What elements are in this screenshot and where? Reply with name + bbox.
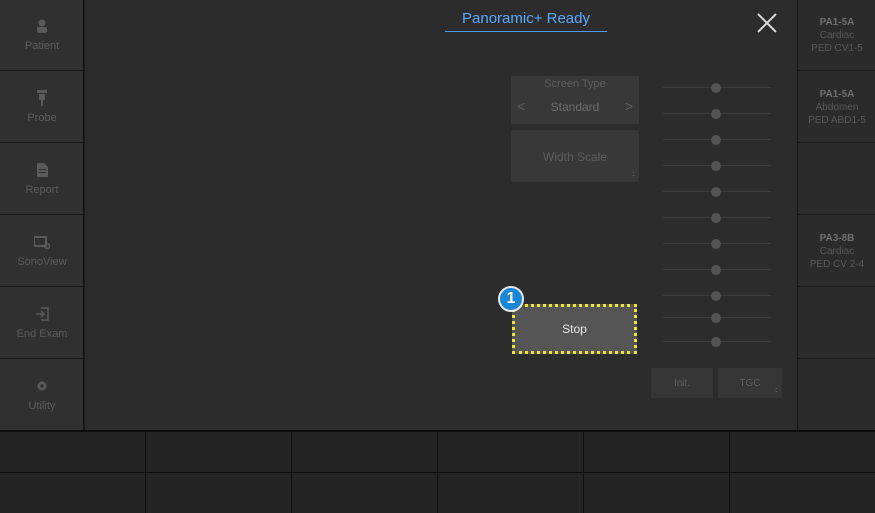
tgc-slider[interactable] xyxy=(663,291,771,301)
softkey[interactable] xyxy=(0,432,146,473)
tgc-slider[interactable] xyxy=(663,83,771,93)
sidebar-item-label: SonoView xyxy=(17,256,67,268)
sidebar-item-sonoview[interactable]: SonoView xyxy=(0,216,84,287)
preset-probe: PA3-8B xyxy=(819,232,855,244)
tgc-slider[interactable] xyxy=(663,313,771,323)
preset-app: Abdomen xyxy=(815,101,859,113)
screen-type-label: Screen Type xyxy=(544,78,606,90)
slider-knob[interactable] xyxy=(711,135,721,145)
sidebar-item-end-exam[interactable]: End Exam xyxy=(0,288,84,359)
preset-name: PED CV 2-4 xyxy=(809,258,865,270)
width-scale-label: Width Scale xyxy=(542,150,608,164)
softkey[interactable] xyxy=(584,432,730,473)
tgc-slider[interactable] xyxy=(663,187,771,197)
softkey[interactable] xyxy=(146,432,292,473)
sidebar-item-label: Report xyxy=(25,184,59,196)
preset-app: Cardiac xyxy=(819,29,855,41)
person-icon xyxy=(34,18,50,34)
tgc-button[interactable]: TGC :: xyxy=(718,368,782,398)
exit-icon xyxy=(34,306,50,322)
slider-knob[interactable] xyxy=(711,337,721,347)
softkey[interactable] xyxy=(730,473,875,513)
slider-knob[interactable] xyxy=(711,187,721,197)
screen-type-control: Screen Type < Standard > xyxy=(511,76,639,124)
slider-knob[interactable] xyxy=(711,109,721,119)
sidebar-item-label: Patient xyxy=(24,40,60,52)
preset-name: PED CV1-5 xyxy=(811,42,863,54)
chevron-right-icon[interactable]: > xyxy=(625,98,633,114)
slider-knob[interactable] xyxy=(711,239,721,249)
sidebar-item-report[interactable]: Report xyxy=(0,144,84,215)
preset-probe: PA1-5A xyxy=(819,16,855,28)
corner-dots-icon: :: xyxy=(775,387,778,394)
close-icon[interactable] xyxy=(752,8,782,38)
slider-knob[interactable] xyxy=(711,265,721,275)
preset-name: PED ABD1-5 xyxy=(808,114,866,126)
preset-button[interactable]: PA1-5A Cardiac PED CV1-5 xyxy=(798,0,875,71)
gear-icon xyxy=(34,378,50,394)
sidebar-item-label: Utility xyxy=(28,400,56,412)
init-button[interactable]: Init. xyxy=(651,368,713,398)
corner-dots-icon: :: xyxy=(632,171,635,178)
sidebar-item-label: Probe xyxy=(27,112,57,124)
softkey[interactable] xyxy=(438,473,584,513)
screen-type-value: Standard xyxy=(550,100,600,114)
preset-button-empty[interactable] xyxy=(798,360,875,431)
preset-button-empty[interactable] xyxy=(798,144,875,215)
slider-knob[interactable] xyxy=(711,161,721,171)
left-sidebar: Patient Probe Report SonoView End Exam U… xyxy=(0,0,84,431)
preset-button[interactable]: PA3-8B Cardiac PED CV 2-4 xyxy=(798,216,875,287)
tgc-label: TGC xyxy=(739,377,761,389)
slider-knob[interactable] xyxy=(711,83,721,93)
sidebar-item-utility[interactable]: Utility xyxy=(0,360,84,431)
stop-button[interactable]: Stop xyxy=(512,304,637,354)
probe-icon xyxy=(34,90,50,106)
page-title: Panoramic+ Ready xyxy=(445,10,607,32)
slider-knob[interactable] xyxy=(711,213,721,223)
preset-button-empty[interactable] xyxy=(798,288,875,359)
tgc-slider[interactable] xyxy=(663,135,771,145)
softkey[interactable] xyxy=(146,473,292,513)
softkey[interactable] xyxy=(730,432,875,473)
tgc-slider[interactable] xyxy=(663,265,771,275)
sidebar-item-patient[interactable]: Patient xyxy=(0,0,84,71)
slider-knob[interactable] xyxy=(711,291,721,301)
preset-probe: PA1-5A xyxy=(819,88,855,100)
callout-badge: 1 xyxy=(498,286,524,312)
preset-column: PA1-5A Cardiac PED CV1-5 PA1-5A Abdomen … xyxy=(797,0,875,430)
tgc-slider[interactable] xyxy=(663,239,771,249)
softkey[interactable] xyxy=(584,473,730,513)
softkey-bar xyxy=(0,430,875,513)
tgc-slider[interactable] xyxy=(663,337,771,347)
sidebar-item-probe[interactable]: Probe xyxy=(0,72,84,143)
document-icon xyxy=(34,162,50,178)
preset-app: Cardiac xyxy=(819,245,855,257)
preset-button[interactable]: PA1-5A Abdomen PED ABD1-5 xyxy=(798,72,875,143)
softkey[interactable] xyxy=(0,473,146,513)
width-scale-button[interactable]: Width Scale :: xyxy=(511,130,639,182)
softkey[interactable] xyxy=(292,432,438,473)
sonoview-icon xyxy=(34,234,50,250)
softkey[interactable] xyxy=(292,473,438,513)
tgc-slider[interactable] xyxy=(663,161,771,171)
tgc-slider[interactable] xyxy=(663,213,771,223)
tgc-slider[interactable] xyxy=(663,109,771,119)
softkey[interactable] xyxy=(438,432,584,473)
slider-knob[interactable] xyxy=(711,313,721,323)
sidebar-item-label: End Exam xyxy=(16,328,68,340)
